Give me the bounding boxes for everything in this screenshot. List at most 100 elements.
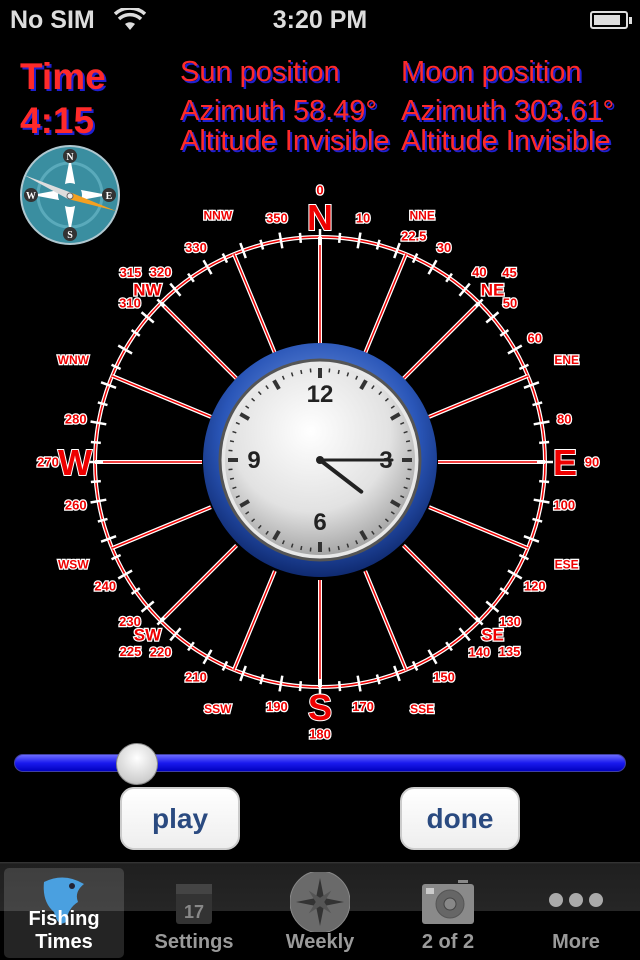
rose-tick	[298, 681, 303, 692]
tab-label: 2 of 2	[421, 931, 475, 953]
rose-tick	[90, 420, 107, 426]
degree-label: 180	[309, 727, 331, 742]
degree-label: 150	[433, 669, 455, 684]
more-dots-icon	[549, 893, 603, 907]
rose-tick	[532, 517, 543, 523]
degree-label: 225	[120, 644, 142, 659]
point-ENE: ENE	[554, 353, 579, 367]
sun-azimuth: Azimuth 58.49°	[180, 95, 377, 127]
degree-label: 320	[150, 265, 172, 280]
sun-title: Sun position	[180, 56, 340, 88]
degree-label: 240	[94, 579, 116, 594]
tab-fishing-times[interactable]: Fishing Times	[4, 868, 124, 958]
degree-label: 22.5	[401, 228, 426, 243]
rose-tick	[375, 674, 381, 685]
slider-thumb[interactable]	[116, 743, 158, 785]
numeral-12: 12	[307, 381, 334, 408]
intercardinal-NE: NE	[481, 281, 505, 300]
clock-time: 3:20 PM	[272, 6, 368, 34]
tab-more[interactable]: More	[516, 868, 636, 958]
degree-label: 260	[65, 498, 87, 513]
degree-label: 10	[356, 210, 370, 225]
rose-tick	[539, 440, 550, 445]
degree-label: 0	[316, 183, 323, 198]
time-slider[interactable]	[14, 743, 626, 785]
point-NNE: NNE	[410, 209, 435, 223]
degree-label: 60	[528, 331, 542, 346]
battery-icon	[590, 11, 632, 29]
rose-tick	[97, 517, 108, 523]
rose-tick	[90, 440, 101, 445]
degree-label: 140	[469, 645, 491, 660]
rose-tick	[278, 232, 284, 249]
rose-tick	[298, 232, 303, 243]
status-bar: No SIM 3:20 PM	[0, 0, 640, 40]
degree-label: 40	[472, 265, 486, 280]
calendar-icon: 17	[176, 884, 212, 924]
degree-label: 120	[524, 579, 546, 594]
degree-label: 100	[553, 498, 575, 513]
point-WSW: WSW	[58, 557, 89, 571]
degree-label: 220	[150, 645, 172, 660]
tab-label: Fishing Times	[28, 908, 100, 953]
moon-altitude: Altitude Invisible	[401, 125, 611, 157]
rose-tick	[259, 674, 265, 685]
rose-tick	[533, 420, 550, 426]
rose-tick	[90, 498, 107, 504]
rose-tick	[97, 401, 108, 407]
tab-settings[interactable]: 17 Settings	[134, 868, 254, 958]
degree-label: 45	[502, 265, 516, 280]
degree-label: 330	[185, 240, 207, 255]
numeral-6: 6	[313, 509, 326, 536]
rose-tick	[532, 401, 543, 407]
analog-clock: 12 3 6 9	[203, 343, 437, 577]
tab-label: Settings	[154, 931, 234, 953]
compass-rose-icon	[290, 872, 350, 932]
degree-label: 130	[499, 614, 521, 629]
degree-label: 280	[65, 412, 87, 427]
degree-label: 230	[119, 614, 141, 629]
numeral-9: 9	[247, 447, 260, 474]
rose-tick	[356, 232, 362, 249]
rose-tick	[337, 232, 342, 243]
degree-label: 190	[266, 699, 288, 714]
rose-tick	[533, 498, 550, 504]
degree-label: 80	[557, 412, 571, 427]
rose-tick	[356, 675, 362, 692]
point-SSW: SSW	[204, 702, 232, 716]
moon-azimuth: Azimuth 303.61°	[401, 95, 615, 127]
cardinal-W: W	[58, 442, 92, 483]
point-WNW: WNW	[58, 353, 90, 367]
sun-altitude: Altitude Invisible	[180, 125, 390, 157]
camera-icon	[422, 880, 474, 924]
rose-tick	[375, 239, 381, 250]
point-NNW: NNW	[203, 209, 232, 223]
rose-tick	[337, 681, 342, 692]
calendar-day: 17	[184, 902, 204, 922]
tab-label: Weekly	[285, 931, 355, 953]
time-label: Time	[20, 56, 106, 97]
degree-label: 350	[266, 210, 288, 225]
degree-label: 310	[119, 295, 141, 310]
rose-tick	[539, 479, 550, 484]
cardinal-S: S	[308, 687, 332, 728]
cardinal-E: E	[553, 442, 577, 483]
degree-label: 270	[37, 455, 59, 470]
degree-label: 170	[352, 699, 374, 714]
rose-tick	[278, 675, 284, 692]
degree-label: 90	[585, 455, 599, 470]
tab-bar: Fishing Times 17 Settings Weekly 2 of 2 …	[0, 862, 640, 960]
degree-label: 315	[120, 265, 142, 280]
degree-label: 50	[503, 295, 517, 310]
cardinal-N: N	[307, 197, 333, 238]
degree-label: 135	[499, 644, 521, 659]
rose-tick	[90, 479, 101, 484]
tab-weekly[interactable]: Weekly	[260, 868, 380, 958]
tab-label: More	[552, 931, 600, 953]
degree-label: 210	[185, 669, 207, 684]
mini-n: N	[66, 152, 74, 163]
point-SSE: SSE	[410, 702, 434, 716]
done-button[interactable]: done	[400, 787, 520, 850]
play-button[interactable]: play	[120, 787, 240, 850]
tab-2-of-2[interactable]: 2 of 2	[388, 868, 508, 958]
